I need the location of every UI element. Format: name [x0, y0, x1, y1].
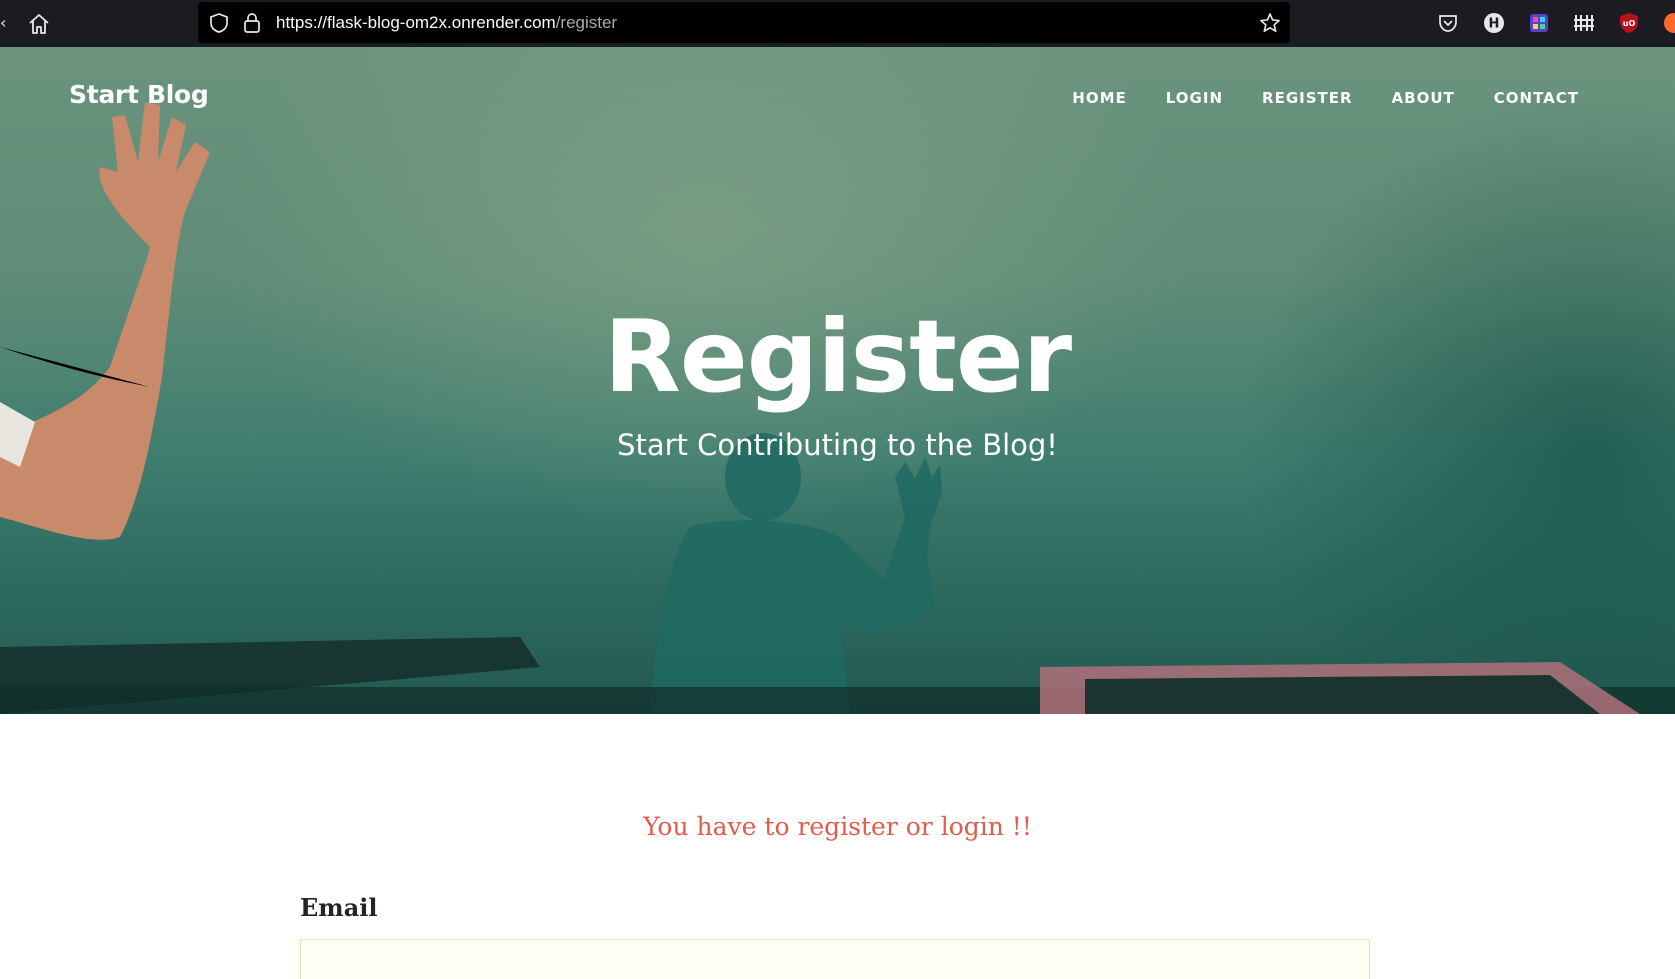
- shield-icon[interactable]: [208, 12, 230, 34]
- url-text[interactable]: https://flask-blog-om2x.onrender.com/reg…: [276, 12, 617, 34]
- nav-contact[interactable]: CONTACT: [1494, 89, 1579, 107]
- back-icon[interactable]: ‹: [0, 13, 6, 33]
- site-brand[interactable]: Start Blog: [69, 80, 209, 109]
- address-bar[interactable]: https://flask-blog-om2x.onrender.com/reg…: [198, 2, 1290, 43]
- url-path: /register: [555, 13, 618, 32]
- flash-message: You have to register or login !!: [643, 812, 1032, 841]
- page-subtitle: Start Contributing to the Blog!: [617, 428, 1058, 462]
- browser-toolbar: ‹ https://flask-blog-om2x.onrender.com/r…: [0, 0, 1675, 47]
- nav-register[interactable]: REGISTER: [1262, 89, 1353, 107]
- nav-home[interactable]: HOME: [1072, 89, 1126, 107]
- url-host: https://flask-blog-om2x.onrender.com: [276, 13, 556, 32]
- page-title: Register: [603, 298, 1072, 415]
- extension-color-icon[interactable]: [1527, 11, 1551, 35]
- hero-header: Start Blog HOME LOGIN REGISTER ABOUT CON…: [0, 47, 1675, 714]
- shadow-figure: [650, 433, 942, 714]
- extension-h-icon[interactable]: H: [1482, 11, 1506, 35]
- bookmark-star-icon[interactable]: [1258, 11, 1282, 35]
- svg-text:uO: uO: [1623, 19, 1636, 28]
- home-icon[interactable]: [26, 11, 52, 37]
- email-label: Email: [300, 893, 378, 922]
- lock-icon[interactable]: [242, 12, 262, 34]
- email-field[interactable]: [300, 939, 1370, 979]
- nav-about[interactable]: ABOUT: [1392, 89, 1455, 107]
- svg-text:H: H: [1489, 17, 1500, 32]
- main-nav: HOME LOGIN REGISTER ABOUT CONTACT: [1072, 89, 1579, 107]
- pocket-icon[interactable]: [1436, 11, 1460, 35]
- extension-grid-icon[interactable]: [1572, 11, 1596, 35]
- extension-orange-icon[interactable]: [1662, 11, 1675, 35]
- nav-login[interactable]: LOGIN: [1166, 89, 1223, 107]
- ublock-icon[interactable]: uO: [1617, 11, 1641, 35]
